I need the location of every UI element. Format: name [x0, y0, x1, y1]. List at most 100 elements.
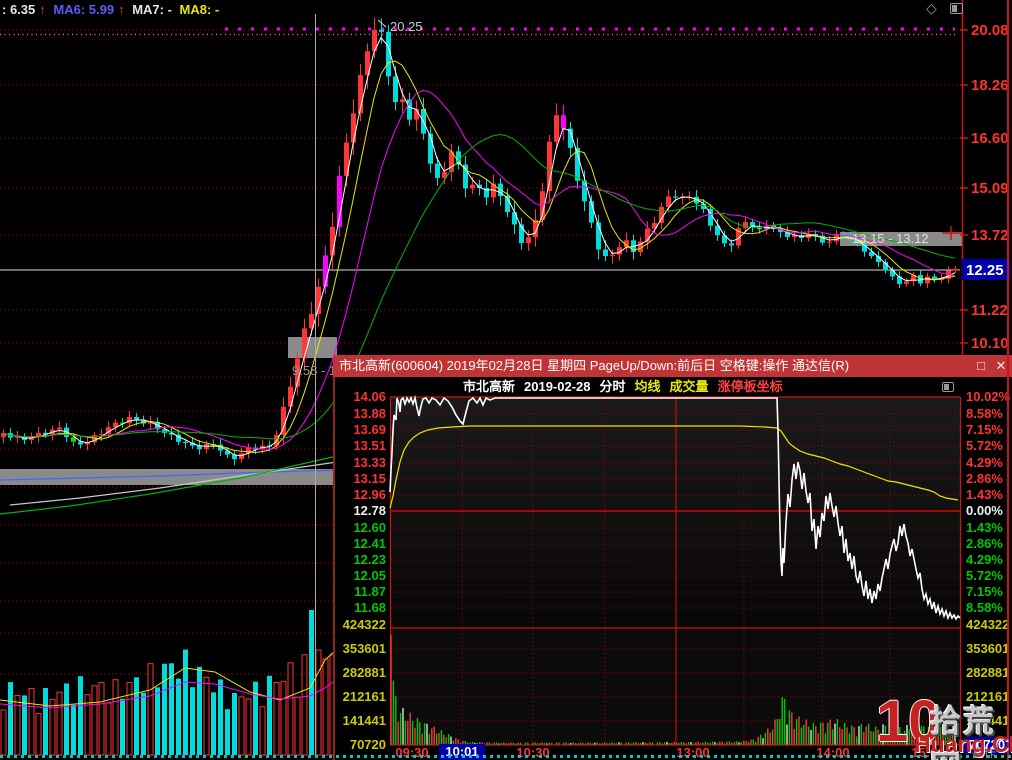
price-axis-label: 13.72	[971, 227, 1009, 244]
ma8-value: MA8: -	[179, 2, 220, 17]
mode-item[interactable]: 均线	[635, 379, 661, 394]
popup-mode-items: 市北高新 2019-02-28 分时 均线 成交量 涨停板坐标	[463, 377, 792, 397]
volume-bar-down	[120, 698, 125, 755]
up-arrow-icon: ↑	[39, 2, 46, 17]
popup-title-text: 市北高新(600604) 2019年02月28日 星期四 PageUp/Down…	[339, 358, 850, 373]
bottom-scroll-dots[interactable]	[0, 755, 1012, 758]
candle-body	[729, 243, 734, 246]
volume-bar-up	[0, 709, 7, 756]
price-axis-label: 20.08	[971, 22, 1009, 39]
volume-bar-up	[280, 680, 287, 756]
volume-bar-up	[322, 658, 329, 756]
volume-bar-down	[190, 687, 195, 755]
volume-bar-down	[197, 666, 202, 755]
candle-body	[673, 196, 678, 198]
candle-body	[743, 222, 748, 229]
volume-bar-up	[273, 682, 280, 756]
maximize-button[interactable]: □	[972, 355, 990, 377]
split-pane-icon[interactable]	[950, 3, 963, 14]
gap-price-range-label: 9.58 - 1	[292, 363, 336, 378]
candle-body	[239, 453, 244, 460]
candle-body	[435, 163, 440, 178]
candle-body	[610, 254, 615, 257]
ma6-value: MA6: 5.99	[53, 2, 115, 17]
volume-bar-up	[84, 694, 91, 756]
panel-toggle-icon[interactable]	[942, 382, 954, 392]
volume-bar-down	[43, 688, 48, 755]
volume-bar-down	[8, 682, 13, 755]
popup-mode-bar: 市北高新 2019-02-28 分时 均线 成交量 涨停板坐标	[333, 377, 1012, 397]
window-right-border	[1007, 0, 1009, 760]
volume-bar-up	[315, 649, 322, 756]
mode-item[interactable]: 成交量	[670, 379, 709, 394]
volume-bar-down	[78, 676, 83, 755]
candle-body	[400, 99, 405, 103]
price-axis-label: 11.22	[971, 302, 1008, 319]
mode-item[interactable]: 分时	[600, 379, 626, 394]
volume-bar-up	[14, 695, 21, 756]
candle-body	[134, 416, 139, 420]
volume-bar-up	[91, 685, 98, 756]
volume-bar-up	[238, 696, 245, 756]
candle-body	[757, 227, 762, 230]
volume-bar-down	[134, 677, 139, 755]
volume-bar-up	[294, 696, 301, 756]
candle-body	[526, 237, 531, 244]
volume-bar-down	[162, 663, 167, 755]
popup-titlebar[interactable]: 市北高新(600604) 2019年02月28日 星期四 PageUp/Down…	[333, 355, 1012, 377]
diamond-icon[interactable]: ◇	[926, 0, 937, 17]
candle-body	[827, 241, 832, 243]
volume-bar-down	[218, 679, 223, 755]
candle-body	[603, 249, 608, 257]
watermark-latin-text: Huang.CN	[914, 731, 1012, 757]
gap-price-range-label: 13.15 - 13.12	[852, 231, 929, 246]
candle-body	[904, 281, 909, 284]
volume-bar-up	[259, 706, 266, 756]
candle-body	[470, 184, 475, 189]
volume-bar-down	[225, 709, 230, 755]
shihuang-watermark: 10 拾荒网 Huang.CN	[876, 689, 1012, 760]
volume-bar-down	[267, 675, 272, 755]
candle-body	[512, 212, 517, 225]
candle-body	[288, 386, 293, 407]
tdx-terminal: 20.25 13.15 - 13.12 9.58 - 1 20.08 18.26 16.6…	[0, 0, 1012, 760]
price-axis-label: 10.10	[971, 335, 1009, 352]
candle-body	[351, 113, 356, 143]
candle-body	[953, 268, 958, 271]
ma5-value: : 6.35	[2, 2, 36, 17]
window-mini-toolbar: ◇	[926, 0, 982, 16]
volume-bar-up	[35, 713, 42, 756]
price-axis-label: 16.60	[971, 130, 1009, 147]
price-axis-label: 15.09	[971, 180, 1009, 197]
mode-item[interactable]: 2019-02-28	[524, 379, 591, 394]
main-volume-bars	[0, 610, 339, 756]
mode-item[interactable]: 涨停板坐标	[718, 379, 783, 394]
volume-bar-down	[211, 692, 216, 755]
candle-body	[302, 328, 307, 359]
candle-body	[659, 206, 664, 223]
volume-bar-down	[176, 678, 181, 755]
volume-bar-up	[112, 679, 119, 756]
volume-bar-down	[64, 683, 69, 755]
volume-bar-up	[203, 676, 210, 756]
candle-body	[561, 115, 566, 129]
price-axis-label: 18.26	[971, 77, 1009, 94]
volume-bar-down	[183, 649, 188, 755]
volume-bar-up	[245, 698, 252, 756]
ma-indicator-bar: : 6.35 ↑ MA6: 5.99 ↑ MA7: - MA8: -	[2, 2, 223, 17]
volume-bar-up	[98, 681, 105, 756]
candle-body	[554, 115, 559, 142]
price-highlight-label: 12.25	[966, 262, 1004, 279]
candle-body	[57, 427, 62, 430]
gap-band	[288, 337, 337, 358]
volume-bar-down	[71, 704, 76, 755]
peak-price-label: 20.25	[390, 19, 423, 34]
up-arrow-icon: ↑	[118, 2, 125, 17]
volume-bar-up	[301, 654, 308, 756]
mode-item[interactable]: 市北高新	[463, 379, 515, 394]
volume-bar-up	[28, 687, 35, 756]
volume-bar-up	[287, 662, 294, 756]
volume-bar-up	[105, 702, 112, 756]
candle-body	[393, 76, 398, 103]
candle-body	[379, 29, 384, 32]
